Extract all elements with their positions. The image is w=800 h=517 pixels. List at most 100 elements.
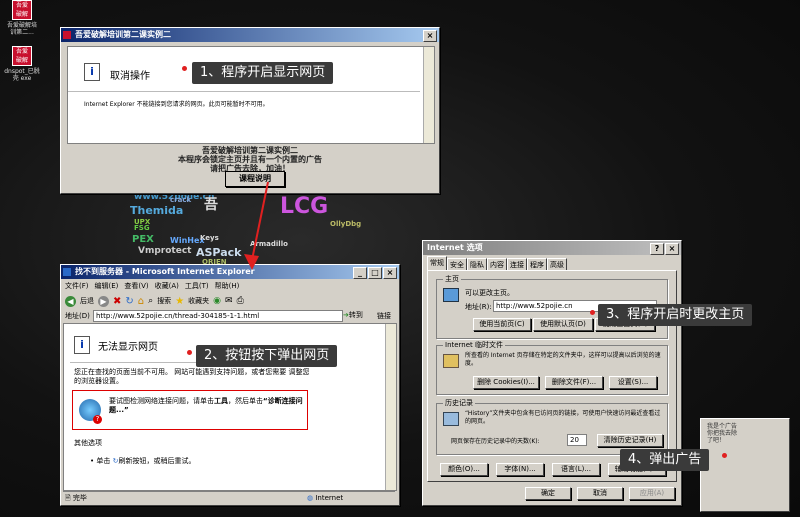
dialog-titlebar[interactable]: 吾爱破解培训第二课实例二 × (61, 28, 439, 42)
search-icon[interactable]: ⌕ (148, 296, 153, 306)
status-text: 完毕 (72, 494, 87, 502)
use-default-button[interactable]: 使用默认页(D) (533, 318, 593, 331)
callout-4: 4、弹出广告 (620, 449, 710, 471)
help-badge-icon: ? (93, 415, 102, 424)
languages-button[interactable]: 语言(L)... (552, 463, 600, 476)
other-options: 其他选项 (74, 439, 102, 447)
status-bar: 🗎 完毕 ◍ Internet (63, 491, 395, 504)
history-text: “History”文件夹中包含有已访问页的链接，可使用户快速访问最近查看过的网页… (465, 410, 661, 425)
back-icon[interactable]: ◀ (65, 295, 76, 307)
ie-message: Internet Explorer 不能链接到您请求的网页。此页可能暂时不可用。 (84, 101, 269, 108)
ie-titlebar[interactable]: 找不到服务器 - Microsoft Internet Explorer _ □… (61, 265, 399, 279)
colors-button[interactable]: 颜色(O)... (440, 463, 488, 476)
minimize-icon[interactable]: _ (353, 267, 367, 279)
history-days-label: 网页保存在历史记录中的天数(K): (451, 438, 540, 445)
marker-dot-4 (722, 453, 727, 458)
page-para: 您正在查找的页面当前不可用。 网站可能遇到支持问题，或者您需要 调整您的浏览器设… (74, 368, 310, 385)
home-hint: 可以更改主页。 (465, 289, 514, 297)
media-icon[interactable]: ◉ (213, 296, 221, 306)
use-current-button[interactable]: 使用当前页(C) (473, 318, 531, 331)
print-icon[interactable]: ⎙ (237, 296, 244, 306)
history-group-label: 历史记录 (443, 398, 475, 408)
menu-tools[interactable]: 工具(T) (185, 281, 209, 291)
ie-toolbar: ◀ 后退 ▶ ✖ ↻ ⌂ ⌕ 搜索 ★ 收藏夹 ◉ ✉ ⎙ (65, 293, 395, 309)
callout-2: 2、按钮按下弹出网页 (196, 345, 338, 367)
desktop-icon-label: dnspot_已脱 壳 exe (4, 68, 40, 82)
temp-text: 所查看的 Internet 页存储在特定的文件夹中，这样可以提高以后浏览的速度。 (465, 352, 661, 367)
fonts-button[interactable]: 字体(N)... (496, 463, 544, 476)
zone-status: ◍ Internet (307, 494, 344, 502)
history-icon (443, 412, 459, 426)
close-icon[interactable]: × (423, 30, 437, 42)
ad-line-1: 我是个广告 (707, 423, 738, 430)
desktop-icon-unpacked[interactable]: 吾爱 破解 dnspot_已脱 壳 exe (2, 46, 42, 82)
search-label[interactable]: 搜索 (157, 296, 171, 306)
clear-history-button[interactable]: 清除历史记录(H) (597, 434, 663, 447)
menu-help[interactable]: 帮助(H) (215, 281, 240, 291)
apply-button[interactable]: 应用(A) (629, 487, 675, 500)
divider (68, 91, 420, 92)
ie-window[interactable]: 找不到服务器 - Microsoft Internet Explorer _ □… (60, 264, 400, 506)
dialog-line-2: 本程序会锁定主页并且有一个内置的广告 (178, 155, 322, 164)
desktop-icon-label: 吾爱破解培 训第二... (6, 22, 37, 36)
refresh-icon[interactable]: ↻ (125, 296, 133, 307)
mail-icon[interactable]: ✉ (225, 296, 233, 306)
close-icon[interactable]: × (383, 267, 397, 279)
delete-cookies-button[interactable]: 删除 Cookies(I)... (473, 376, 539, 389)
temp-files-group: Internet 临时文件 所查看的 Internet 页存储在特定的文件夹中，… (436, 340, 668, 395)
go-button[interactable]: ➔转到 (343, 310, 363, 320)
menu-favorites[interactable]: 收藏(A) (155, 281, 179, 291)
history-days-input[interactable]: 20 (567, 434, 587, 446)
links-label[interactable]: 链接 (377, 311, 391, 321)
info-icon: i (84, 63, 100, 81)
options-titlebar[interactable]: Internet 选项 ? × (423, 241, 681, 255)
home-group-label: 主页 (443, 274, 461, 284)
home-icon[interactable]: ⌂ (138, 296, 144, 307)
crackme-app-icon: 吾爱 破解 (12, 0, 32, 20)
help-icon[interactable]: ? (650, 243, 664, 255)
options-title: Internet 选项 (427, 243, 483, 252)
maximize-icon[interactable]: □ (368, 267, 382, 279)
scrollbar[interactable] (423, 47, 434, 143)
option-refresh: • 单击 ↻刷新按钮，或稍后重试。 (90, 457, 196, 465)
favorites-label[interactable]: 收藏夹 (188, 296, 209, 306)
unpacked-app-icon: 吾爱 破解 (12, 46, 32, 66)
marker-dot-1 (182, 66, 187, 71)
address-label: 地址(D) (65, 312, 90, 320)
marker-dot-2 (187, 350, 192, 355)
ad-line-2: 你把我去除 (707, 430, 738, 437)
cancel-button[interactable]: 取消 (577, 487, 623, 500)
dialog-title: 吾爱破解培训第二课实例二 (75, 30, 171, 39)
folder-icon (443, 354, 459, 368)
diagnose-box: ? 要试图检测网络连接问题，请单击工具，然后单击“诊断连接问题...” (72, 390, 308, 430)
close-icon[interactable]: × (665, 243, 679, 255)
callout-3: 3、程序开启时更改主页 (598, 304, 753, 326)
history-group: 历史记录 “History”文件夹中包含有已访问页的链接，可使用户快速访问最近查… (436, 398, 668, 455)
desktop-icon-crackme[interactable]: 吾爱 破解 吾爱破解培 训第二... (2, 0, 42, 36)
ie-title: 找不到服务器 - Microsoft Internet Explorer (75, 267, 255, 276)
ad-popup[interactable]: 我是个广告 你把我去除 了吧！ (700, 418, 790, 512)
settings-button[interactable]: 设置(S)... (609, 376, 657, 389)
ok-button[interactable]: 确定 (525, 487, 571, 500)
menu-file[interactable]: 文件(F) (65, 281, 89, 291)
menu-edit[interactable]: 编辑(E) (95, 281, 119, 291)
delete-files-button[interactable]: 删除文件(F)... (545, 376, 603, 389)
ad-line-3: 了吧！ (707, 437, 726, 444)
page-status-icon: 🗎 (65, 494, 71, 502)
back-label[interactable]: 后退 (80, 296, 94, 306)
info-icon: i (74, 336, 90, 354)
diagnose-text: 要试图检测网络连接问题，请单击工具，然后单击“诊断连接问题...” (109, 397, 303, 414)
embedded-browser: i 取消操作 Internet Explorer 不能链接到您请求的网页。此页可… (67, 46, 435, 144)
address-bar[interactable]: http://www.52pojie.cn/thread-304185-1-1.… (93, 310, 343, 322)
page-heading: 无法显示网页 (98, 342, 158, 353)
home-address-label: 地址(R): (465, 303, 492, 311)
tab-general[interactable]: 常规 (427, 256, 447, 271)
menu-view[interactable]: 查看(V) (124, 281, 148, 291)
crackme-dialog[interactable]: 吾爱破解培训第二课实例二 × i 取消操作 Internet Explorer … (60, 27, 440, 194)
stop-icon[interactable]: ✖ (113, 296, 121, 307)
forward-icon[interactable]: ▶ (98, 295, 109, 307)
scrollbar[interactable] (385, 324, 396, 490)
menu-bar: 文件(F) 编辑(E) 查看(V) 收藏(A) 工具(T) 帮助(H) (65, 281, 239, 291)
favorites-icon[interactable]: ★ (175, 296, 184, 307)
home-page-icon (443, 288, 459, 302)
